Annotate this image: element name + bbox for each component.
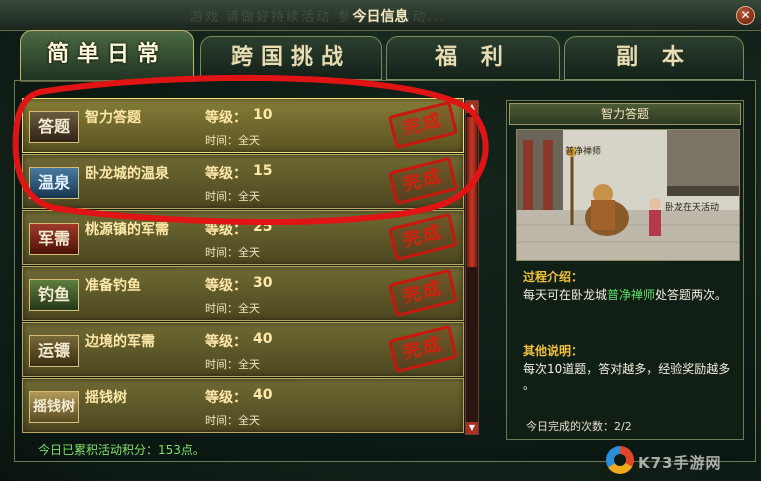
level-label: 等级：: [205, 334, 247, 350]
completed-stamp: 完成: [387, 268, 459, 318]
process-intro-text: 每天可在卧龙城普净禅师处答题两次。: [523, 286, 727, 303]
tab-cross-country-challenge[interactable]: 跨国挑战: [200, 36, 382, 80]
other-notes-label: 其他说明：: [523, 344, 584, 358]
level-label: 等级：: [205, 278, 247, 294]
activity-name: 桃源镇的军需: [85, 222, 169, 238]
daily-info-window: 游戏 请做好持续活动 参与官方活动... 今日信息 ✕ 简单日常 跨国挑战 福 …: [0, 0, 761, 481]
scroll-down-arrow-icon[interactable]: ▼: [466, 422, 478, 434]
level-value: 10: [253, 107, 273, 123]
activity-row-fishing[interactable]: 钓鱼 准备钓鱼 等级： 30 时间：全天 完成: [22, 266, 464, 321]
activity-row-supplies[interactable]: 军需 桃源镇的军需 等级： 25 时间：全天 完成: [22, 210, 464, 265]
level-label: 等级：: [205, 222, 247, 238]
activity-badge: 运镖: [29, 335, 79, 367]
other-notes-line-1: 每次10道题，答对越多，经验奖励越多: [523, 362, 731, 376]
activity-badge: 钓鱼: [29, 279, 79, 311]
level-value: 40: [253, 331, 273, 347]
preview-npc-sign: 普净禅师: [565, 147, 602, 157]
activity-badge: 军需: [29, 223, 79, 255]
activity-points-text: 今日已累积活动积分：153点。: [38, 443, 205, 457]
completed-stamp: 完成: [387, 156, 459, 206]
site-watermark: K73手游网: [606, 444, 756, 478]
activity-time: 时间：全天: [205, 414, 260, 427]
level-value: 25: [253, 219, 273, 235]
preview-caption: 卧龙在天活动: [665, 203, 720, 213]
tab-simple-daily[interactable]: 简单日常: [20, 30, 194, 82]
activity-list: 答题 智力答题 等级： 10 时间：全天 完成 温泉 卧龙城的温泉 等级： 15…: [22, 98, 470, 434]
completed-stamp: 完成: [387, 324, 459, 374]
activity-name: 准备钓鱼: [85, 278, 141, 294]
close-icon: ✕: [740, 8, 751, 22]
title-bar: 游戏 请做好持续活动 参与官方活动... 今日信息 ✕: [0, 0, 761, 31]
process-text-part: 每天可在卧龙城: [523, 288, 608, 302]
activity-name: 摇钱树: [85, 390, 127, 406]
activity-time: 时间：全天: [205, 358, 260, 371]
npc-link[interactable]: 普净禅师: [607, 288, 655, 302]
window-title: 今日信息: [352, 9, 409, 25]
level-label: 等级：: [205, 390, 247, 406]
level-label: 等级：: [205, 166, 247, 182]
close-button[interactable]: ✕: [736, 6, 755, 25]
scroll-up-arrow-icon[interactable]: ▲: [466, 101, 478, 113]
completion-count: 今日完成的次数：2/2: [526, 420, 632, 433]
activity-row-hot-spring[interactable]: 温泉 卧龙城的温泉 等级： 15 时间：全天 完成: [22, 154, 464, 209]
level-value: 15: [253, 163, 273, 179]
activity-preview-image: 普净禅师 卧龙在天活动: [516, 129, 740, 261]
activity-list-scrollbar[interactable]: ▲ ▼: [465, 100, 479, 435]
activity-time: 时间：全天: [205, 302, 260, 315]
level-label: 等级：: [205, 110, 247, 126]
level-value: 40: [253, 387, 273, 403]
watermark-text: K73手游网: [638, 454, 722, 472]
activity-time: 时间：全天: [205, 246, 260, 259]
completed-stamp: 完成: [387, 212, 459, 262]
activity-badge: 温泉: [29, 167, 79, 199]
activity-badge: 摇钱树: [29, 391, 79, 423]
activity-name: 边境的军需: [85, 334, 155, 350]
tab-welfare[interactable]: 福 利: [386, 36, 560, 80]
watermark-logo-icon: [606, 446, 634, 474]
other-notes-line-2: 。: [523, 378, 536, 392]
activity-name: 智力答题: [85, 110, 141, 126]
detail-title: 智力答题: [509, 103, 741, 125]
completed-stamp: 完成: [387, 100, 459, 150]
activity-row-money-tree[interactable]: 摇钱树 摇钱树 等级： 40 时间：全天: [22, 378, 464, 433]
process-text-part: 处答题两次。: [655, 288, 728, 302]
tab-dungeon[interactable]: 副 本: [564, 36, 744, 80]
activity-row-quiz[interactable]: 答题 智力答题 等级： 10 时间：全天 完成: [22, 98, 464, 153]
activity-row-border-supplies[interactable]: 运镖 边境的军需 等级： 40 时间：全天 完成: [22, 322, 464, 377]
process-intro-label: 过程介绍：: [523, 270, 584, 284]
activity-time: 时间：全天: [205, 134, 260, 147]
activity-badge: 答题: [29, 111, 79, 143]
scrollbar-thumb[interactable]: [467, 117, 477, 267]
level-value: 30: [253, 275, 273, 291]
activity-name: 卧龙城的温泉: [85, 166, 169, 182]
activity-time: 时间：全天: [205, 190, 260, 203]
